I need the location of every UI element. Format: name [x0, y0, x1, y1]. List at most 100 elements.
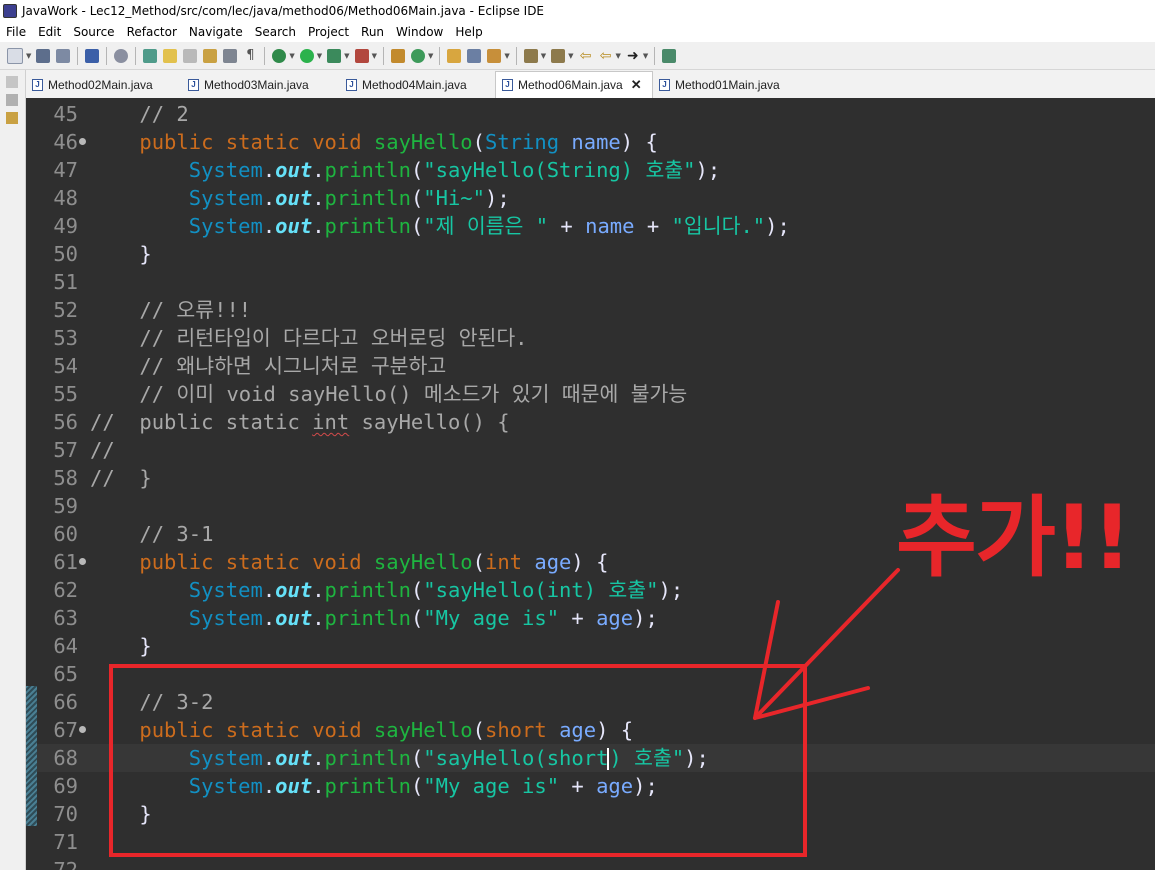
editor-tab[interactable]: J Method06Main.java ✕: [495, 71, 653, 98]
menu-file[interactable]: File: [0, 25, 32, 39]
toolbar-separator: [515, 46, 517, 65]
line-number: 47: [53, 158, 78, 182]
pen-icon[interactable]: [487, 48, 502, 63]
code-line[interactable]: 45 // 2: [26, 100, 1155, 128]
line-number: 53: [53, 326, 78, 350]
toolbar-separator: [439, 46, 441, 65]
menu-run[interactable]: Run: [355, 25, 390, 39]
run-icon[interactable]: [299, 48, 314, 63]
line-number: 58: [53, 466, 78, 490]
coverage-icon[interactable]: [327, 48, 342, 63]
line-number: 72: [53, 858, 78, 870]
pilcrow-icon[interactable]: ¶: [243, 48, 257, 63]
menu-search[interactable]: Search: [249, 25, 302, 39]
java-file-icon: J: [32, 78, 43, 91]
toolbar-separator: [264, 46, 266, 65]
eclipse-icon: [3, 4, 17, 18]
menu-help[interactable]: Help: [449, 25, 488, 39]
external-tools-icon[interactable]: [354, 48, 369, 63]
line-number: 64: [53, 634, 78, 658]
chevron-down-icon[interactable]: ▼: [568, 52, 573, 60]
editor-tab[interactable]: J Method02Main.java: [26, 71, 182, 98]
chevron-down-icon[interactable]: ▼: [643, 52, 648, 60]
chevron-down-icon[interactable]: ▼: [372, 52, 377, 60]
line-number: 51: [53, 270, 78, 294]
code-line[interactable]: 55 // 이미 void sayHello() 메소드가 있기 때문에 불가능: [26, 380, 1155, 408]
chevron-down-icon[interactable]: ▼: [616, 52, 621, 60]
chevron-down-icon[interactable]: ▼: [344, 52, 349, 60]
package-explorer-icon[interactable]: [6, 94, 18, 106]
line-number: 57: [53, 438, 78, 462]
toolbar-separator: [135, 46, 137, 65]
editor-tab[interactable]: J Method03Main.java: [182, 71, 340, 98]
search-icon[interactable]: [467, 48, 482, 63]
toggle-mark-icon[interactable]: [143, 48, 158, 63]
menu-edit[interactable]: Edit: [32, 25, 67, 39]
back-icon[interactable]: ⇦: [599, 49, 613, 63]
debug-icon[interactable]: [272, 48, 287, 63]
editor-tab[interactable]: J Method04Main.java: [340, 71, 495, 98]
line-number: 46: [53, 130, 78, 154]
annotation-text: 추가!!: [896, 486, 1132, 589]
menu-project[interactable]: Project: [302, 25, 355, 39]
restore-icon[interactable]: [6, 76, 18, 88]
chevron-down-icon[interactable]: ▼: [289, 52, 294, 60]
pin-editor-icon[interactable]: [662, 48, 677, 63]
chevron-down-icon[interactable]: ▼: [26, 52, 31, 60]
menu-bar: File Edit Source Refactor Navigate Search Proj…: [0, 22, 1155, 42]
new-package-icon[interactable]: [390, 48, 405, 63]
menu-refactor[interactable]: Refactor: [121, 25, 183, 39]
prev-annotation-icon[interactable]: [551, 48, 566, 63]
fold-toggle-icon[interactable]: [79, 558, 86, 565]
code-line[interactable]: 51: [26, 268, 1155, 296]
code-line[interactable]: 56 // public static int sayHello() {: [26, 408, 1155, 436]
code-line[interactable]: 57 //: [26, 436, 1155, 464]
code-line[interactable]: 64 }: [26, 632, 1155, 660]
menu-window[interactable]: Window: [390, 25, 449, 39]
new-class-icon[interactable]: [410, 48, 425, 63]
save-icon[interactable]: [36, 48, 51, 63]
code-line[interactable]: 72: [26, 856, 1155, 870]
skip-breakpoints-icon[interactable]: [114, 48, 129, 63]
line-number: 55: [53, 382, 78, 406]
code-line[interactable]: 48 System.out.println("Hi~");: [26, 184, 1155, 212]
line-number: 48: [53, 186, 78, 210]
show-whitespace-icon[interactable]: [223, 48, 238, 63]
chevron-down-icon[interactable]: ▼: [541, 52, 546, 60]
block-select-icon[interactable]: [183, 48, 198, 63]
outline-icon[interactable]: [6, 112, 18, 124]
close-icon[interactable]: ✕: [631, 77, 642, 93]
code-text: System.out.println("Hi~");: [188, 186, 510, 210]
editor-tab[interactable]: J Method01Main.java: [653, 71, 803, 98]
open-folder-icon[interactable]: [447, 48, 462, 63]
code-line[interactable]: 52 // 오류!!!: [26, 296, 1155, 324]
code-line[interactable]: 49 System.out.println("제 이름은 " + name + …: [26, 212, 1155, 240]
code-line[interactable]: 50 }: [26, 240, 1155, 268]
fold-toggle-icon[interactable]: [79, 138, 86, 145]
next-annotation-icon[interactable]: [523, 48, 538, 63]
menu-source[interactable]: Source: [67, 25, 120, 39]
code-line[interactable]: 47 System.out.println("sayHello(String) …: [26, 156, 1155, 184]
code-line[interactable]: 46 public static void sayHello(String na…: [26, 128, 1155, 156]
code-line[interactable]: 54 // 왜냐하면 시그니처로 구분하고: [26, 352, 1155, 380]
code-line[interactable]: 63 System.out.println("My age is" + age)…: [26, 604, 1155, 632]
chevron-down-icon[interactable]: ▼: [317, 52, 322, 60]
tab-label: Method03Main.java: [204, 77, 309, 92]
left-trim-bar: [0, 70, 26, 870]
fold-toggle-icon[interactable]: [79, 726, 86, 733]
menu-navigate[interactable]: Navigate: [183, 25, 249, 39]
forward-icon[interactable]: ➜: [626, 49, 640, 63]
line-number: 56: [53, 410, 78, 434]
toolbar-separator: [77, 46, 79, 65]
terminal-icon[interactable]: [85, 48, 100, 63]
code-line[interactable]: 53 // 리턴타입이 다르다고 오버로딩 안된다.: [26, 324, 1155, 352]
last-edit-icon[interactable]: ⇦: [579, 49, 593, 63]
save-all-icon[interactable]: [56, 48, 71, 63]
line-number: 54: [53, 354, 78, 378]
line-number: 61: [53, 550, 78, 574]
chevron-down-icon[interactable]: ▼: [428, 52, 433, 60]
chevron-down-icon[interactable]: ▼: [504, 52, 509, 60]
new-icon[interactable]: [7, 47, 23, 64]
highlight-icon[interactable]: [163, 48, 178, 63]
open-type-icon[interactable]: [203, 48, 218, 63]
